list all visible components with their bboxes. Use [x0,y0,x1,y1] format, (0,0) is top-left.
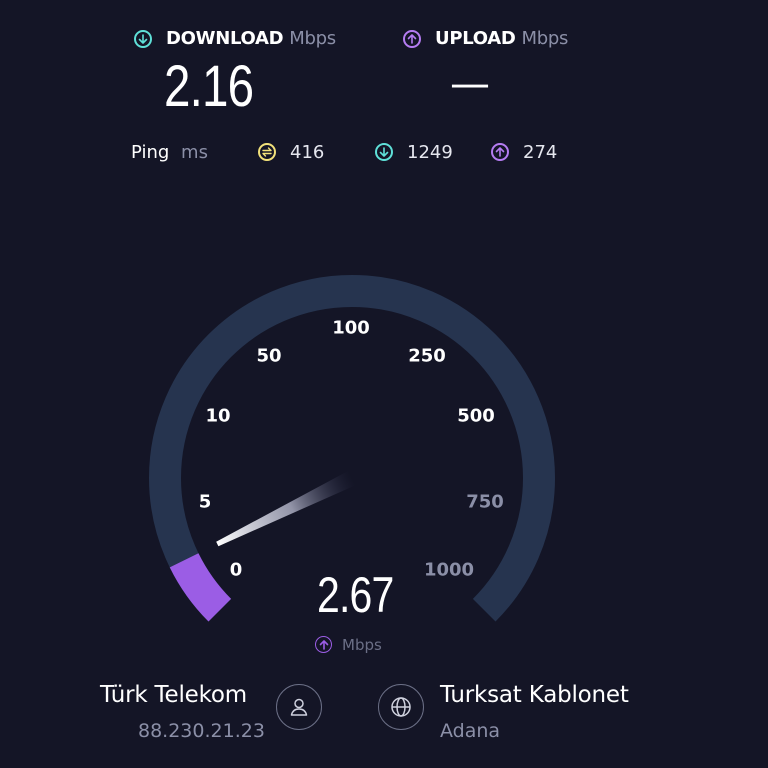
gauge-tick-5: 5 [198,491,212,513]
gauge-tick-0: 0 [229,559,243,581]
isp-name: Türk Telekom [100,682,247,708]
gauge-tick-750: 750 [466,491,504,513]
change-server-button[interactable] [378,684,424,730]
gauge-tick-500: 500 [457,405,495,427]
gauge-needle [216,470,356,547]
gauge-track [149,274,555,622]
speed-gauge [149,274,555,622]
gauge-tick-50: 50 [256,345,282,367]
gauge-tick-10: 10 [205,405,231,427]
gauge-tick-250: 250 [408,345,446,367]
globe-icon [391,697,411,717]
gauge-current-value: 2.67 [317,567,394,623]
user-icon [290,698,308,716]
gauge-progress-fill [169,552,232,622]
gauge-upload-icon [315,636,332,653]
server-location: Adana [440,720,501,742]
isp-ip-address: 88.230.21.23 [138,720,265,742]
gauge-unit: Mbps [342,636,382,654]
gauge-tick-100: 100 [332,317,370,339]
change-account-button[interactable] [276,684,322,730]
server-name[interactable]: Turksat Kablonet [440,682,629,708]
gauge-tick-1000: 1000 [423,559,475,581]
